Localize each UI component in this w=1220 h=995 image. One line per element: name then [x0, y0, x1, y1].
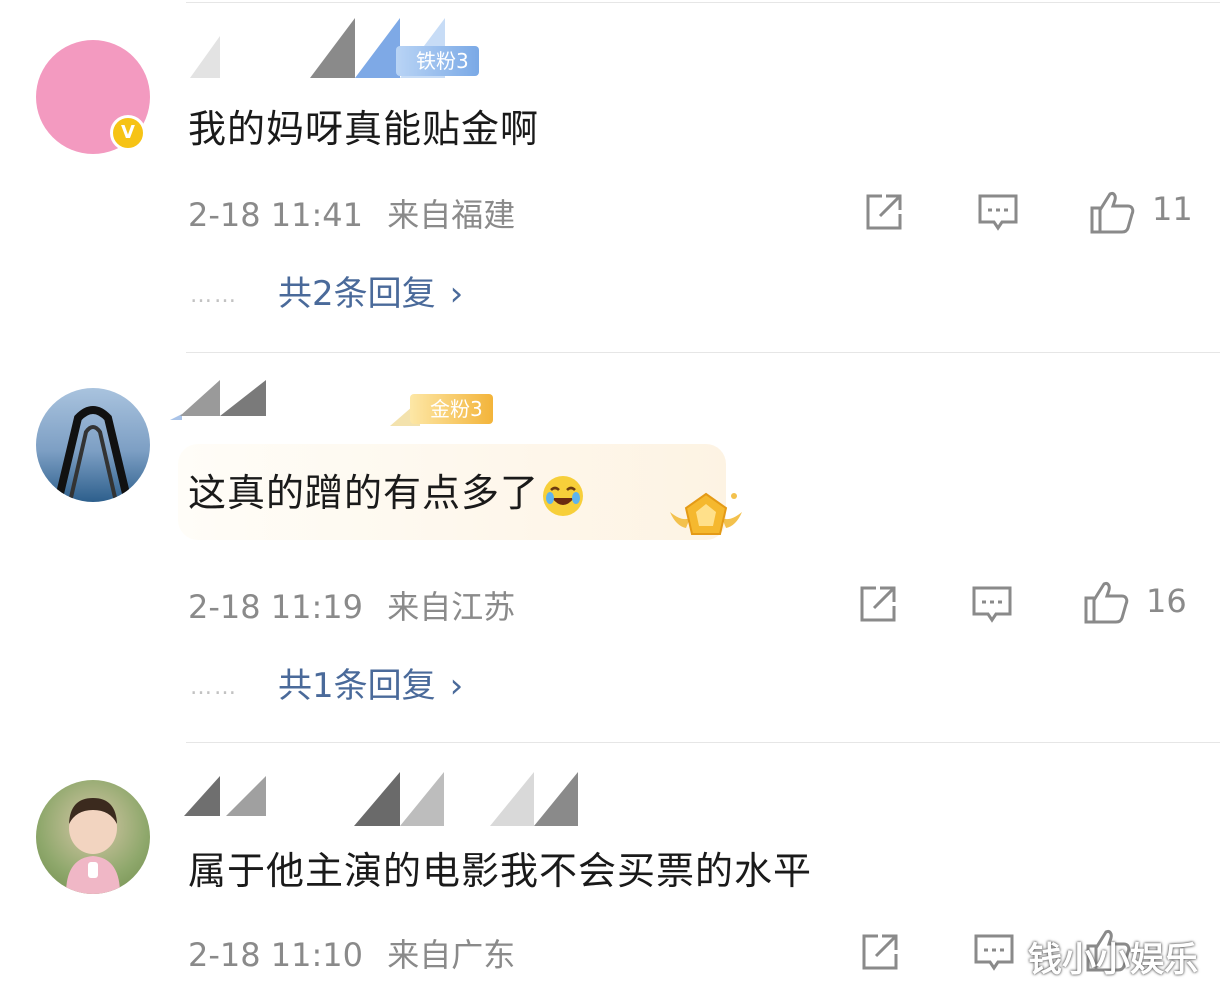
- like-count: 16: [1146, 582, 1187, 620]
- view-replies-link[interactable]: …… 共1条回复 ›: [190, 658, 463, 707]
- comment-location: 来自广东: [387, 936, 516, 974]
- thumbs-up-icon[interactable]: [1082, 578, 1129, 624]
- fan-level-badge: 金粉3: [410, 394, 493, 424]
- share-icon[interactable]: [862, 190, 906, 234]
- reply-dots: ……: [190, 675, 238, 700]
- comment-divider: [186, 742, 1220, 743]
- avatar[interactable]: [36, 388, 150, 502]
- share-icon[interactable]: [856, 582, 900, 626]
- verified-badge-icon: V: [110, 115, 146, 151]
- comment-text: 属于他主演的电影我不会买票的水平: [188, 849, 813, 893]
- comment-text: 我的妈呀真能贴金啊: [188, 107, 540, 151]
- comment-meta: 2-18 11:41 来自福建: [188, 190, 515, 236]
- comment-meta: 2-18 11:10 来自广东: [188, 930, 515, 976]
- top-divider: [186, 2, 1220, 3]
- fan-level-badge: 铁粉3: [396, 46, 479, 76]
- username-redacted[interactable]: [170, 770, 630, 830]
- username-redacted[interactable]: [170, 370, 430, 430]
- comment-time: 2-18 11:41: [188, 196, 364, 234]
- view-replies-link[interactable]: …… 共2条回复 ›: [190, 266, 463, 315]
- comment-icon[interactable]: [970, 582, 1014, 626]
- comment-icon[interactable]: [972, 930, 1016, 974]
- watermark: 钱小小娱乐: [1028, 940, 1198, 980]
- chevron-right-icon: ›: [449, 666, 464, 706]
- thumbs-up-icon[interactable]: [1088, 188, 1135, 234]
- share-icon[interactable]: [858, 930, 902, 974]
- comment-location: 来自福建: [387, 196, 516, 234]
- reply-count-label[interactable]: 共1条回复: [278, 666, 436, 706]
- comment-time: 2-18 11:19: [188, 588, 364, 626]
- comment-time: 2-18 11:10: [188, 936, 364, 974]
- gold-medal-icon: [668, 488, 744, 544]
- comment-location: 来自江苏: [387, 588, 516, 626]
- laughing-emoji-icon: [543, 475, 584, 516]
- like-count: 11: [1152, 190, 1193, 228]
- chevron-right-icon: ›: [449, 274, 464, 314]
- comment-text: 这真的蹭的有点多了: [188, 462, 584, 517]
- reply-dots: ……: [190, 283, 238, 308]
- reply-count-label[interactable]: 共2条回复: [278, 274, 436, 314]
- comment-icon[interactable]: [976, 190, 1020, 234]
- avatar[interactable]: [36, 780, 150, 894]
- comment-meta: 2-18 11:19 来自江苏: [188, 582, 515, 628]
- comment-text-content: 这真的蹭的有点多了: [188, 471, 540, 515]
- comment-divider: [186, 352, 1220, 353]
